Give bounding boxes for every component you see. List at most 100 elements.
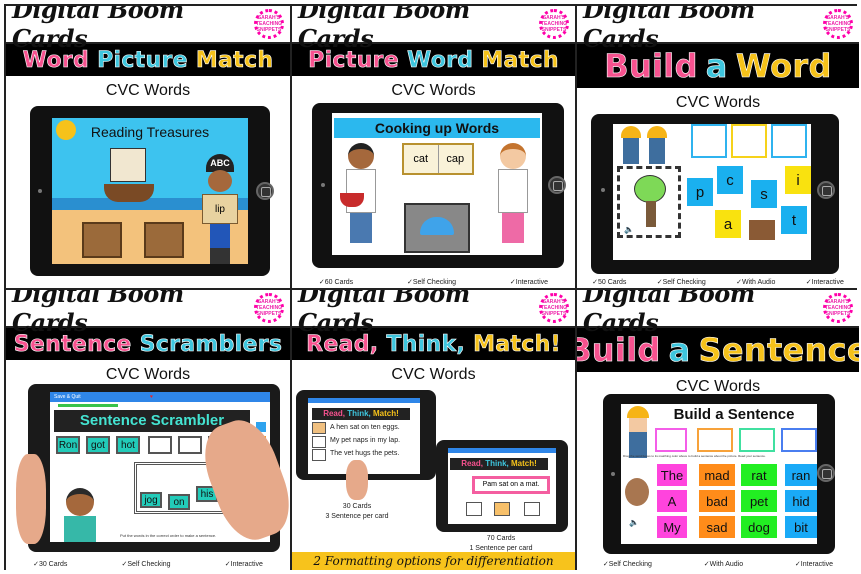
- panel-build-a-word[interactable]: Digital Boom Cards SARAH'S TEACHING SNIP…: [577, 6, 859, 288]
- feature-item: With Audio: [704, 560, 743, 568]
- tablet-photo-right: Read, Think, Match! Pam sat on a mat.: [436, 440, 568, 532]
- picture-choice[interactable]: [466, 502, 482, 516]
- word-tile[interactable]: ran: [785, 464, 817, 486]
- speaker-icon[interactable]: 🔈: [629, 518, 639, 527]
- mini-title: Read, Think, Match!: [450, 458, 548, 470]
- feature-item: Interactive: [225, 560, 263, 568]
- panel-sentence-scramblers[interactable]: Digital Boom Cards SARAH'S TEACHING SNIP…: [6, 290, 290, 570]
- feature-item: Self Checking: [407, 278, 456, 286]
- word-tile[interactable]: hid: [785, 490, 817, 512]
- feature-item: Interactive: [795, 560, 833, 568]
- word-slot[interactable]: [655, 428, 687, 452]
- panel-header: Digital Boom Cards SARAH'S TEACHING SNIP…: [6, 290, 290, 337]
- title-word: Picture: [308, 47, 399, 73]
- letter-tile[interactable]: t: [781, 206, 807, 234]
- word-tile[interactable]: mad: [699, 464, 735, 486]
- boy-character: [340, 143, 382, 251]
- word-tile[interactable]: jog: [140, 492, 162, 508]
- letter-tile[interactable]: a: [715, 210, 741, 238]
- word-slot[interactable]: [697, 428, 733, 452]
- speaker-icon[interactable]: 🔈: [624, 225, 634, 234]
- word-tile[interactable]: rat: [741, 464, 777, 486]
- letter-tile[interactable]: p: [687, 178, 713, 206]
- footer-banner: 2 Formatting options for differentiation: [292, 552, 575, 570]
- word-slot[interactable]: [781, 428, 817, 452]
- subtitle: CVC Words: [675, 94, 761, 111]
- title-word: Build: [604, 47, 698, 86]
- camera-icon: [611, 472, 615, 476]
- book-icon: cat cap: [402, 143, 474, 175]
- camera-icon: [321, 183, 325, 187]
- tablet-screen: Build a Sentence Drag the word boxes to …: [621, 404, 817, 544]
- panel-read-think-match[interactable]: Digital Boom Cards SARAH'S TEACHING SNIP…: [292, 290, 575, 570]
- girl-character: [492, 143, 534, 251]
- letter-slot[interactable]: [731, 124, 767, 158]
- header-title: Digital Boom Cards: [298, 6, 470, 53]
- letter-slot[interactable]: [771, 124, 807, 158]
- tablet-preview: Build a Sentence Drag the word boxes to …: [603, 394, 835, 554]
- letter-tile[interactable]: s: [751, 180, 777, 208]
- cap-icon: [420, 217, 454, 235]
- feature-item: Interactive: [806, 278, 844, 286]
- tablet-photo-left: Read, Think, Match! A hen sat on ten egg…: [296, 390, 436, 500]
- brand-logo: SARAH'S TEACHING SNIPPETS: [254, 9, 284, 39]
- word-tile[interactable]: sad: [699, 516, 735, 538]
- feature-list: Self Checking With Audio Interactive: [577, 560, 859, 568]
- treasure-chest-icon: [82, 222, 122, 258]
- word-tile[interactable]: bad: [699, 490, 735, 512]
- word-tile[interactable]: pet: [741, 490, 777, 512]
- word-slot[interactable]: [739, 428, 775, 452]
- home-button-icon: [817, 181, 835, 199]
- rat-icon: [625, 478, 649, 506]
- letter-tile[interactable]: i: [785, 166, 811, 194]
- tablet-preview: 🔈 p c s i a t: [591, 114, 839, 274]
- header-title: Digital Boom Cards: [12, 6, 184, 53]
- header-title: Digital Boom Cards: [583, 290, 755, 337]
- scene-title: Reading Treasures: [90, 124, 210, 140]
- panel-build-a-sentence[interactable]: Digital Boom Cards SARAH'S TEACHING SNIP…: [577, 290, 859, 570]
- sentence-row: The vet hugs the pets.: [330, 450, 400, 457]
- product-title: Sentence Scramblers: [6, 328, 290, 360]
- word-tile[interactable]: A: [657, 490, 687, 512]
- app-bar: Save & Quit ♥: [50, 392, 270, 402]
- panel-header: Digital Boom Cards SARAH'S TEACHING SNIP…: [292, 6, 575, 53]
- feature-item: Self Checking: [603, 560, 652, 568]
- title-word: Match!: [473, 331, 561, 357]
- save-quit-button[interactable]: Save & Quit: [54, 394, 81, 400]
- word-tile[interactable]: dog: [741, 516, 777, 538]
- home-button-icon: [548, 176, 566, 194]
- letter-slot[interactable]: [691, 124, 727, 158]
- ship-icon: [104, 148, 154, 208]
- feature-item: Self Checking: [122, 560, 170, 568]
- letter-tile[interactable]: c: [717, 166, 743, 194]
- subtitle: CVC Words: [105, 366, 191, 383]
- instruction-text: Drag the word boxes to its matching colo…: [623, 454, 766, 458]
- picture-choice[interactable]: [494, 502, 510, 516]
- title-word: Word: [22, 47, 90, 73]
- picture-tile: [148, 436, 172, 454]
- picture-choice[interactable]: [524, 502, 540, 516]
- header-title: Digital Boom Cards: [298, 290, 470, 337]
- word-tile[interactable]: bit: [785, 516, 817, 538]
- panel-picture-word-match[interactable]: Digital Boom Cards SARAH'S TEACHING SNIP…: [292, 6, 575, 288]
- word-tile[interactable]: Ron: [56, 436, 80, 454]
- word-tile[interactable]: My: [657, 516, 687, 538]
- feature-item: 50 Cards: [592, 278, 626, 286]
- product-title: Build a Sentence: [577, 328, 859, 372]
- hand-photo: [346, 460, 368, 500]
- word-tile[interactable]: on: [168, 494, 190, 510]
- worker-character: [625, 406, 651, 458]
- panel-word-picture-match[interactable]: Digital Boom Cards SARAH'S TEACHING SNIP…: [6, 6, 290, 288]
- word-tile[interactable]: hot: [116, 436, 140, 454]
- sentence-row: My pet naps in my lap.: [330, 437, 401, 444]
- title-word: Read,: [306, 331, 379, 357]
- word-tile[interactable]: The: [657, 464, 687, 486]
- tablet-screen: Read, Think, Match! Pam sat on a mat.: [448, 448, 556, 524]
- subtitle: CVC Words: [391, 82, 476, 99]
- word-tile[interactable]: got: [86, 436, 110, 454]
- title-word: Word: [406, 47, 474, 73]
- product-grid: Digital Boom Cards SARAH'S TEACHING SNIP…: [4, 4, 859, 570]
- title-word: Match: [195, 47, 274, 73]
- home-button-icon: [256, 182, 274, 200]
- brand-logo: SARAH'S TEACHING SNIPPETS: [539, 9, 569, 39]
